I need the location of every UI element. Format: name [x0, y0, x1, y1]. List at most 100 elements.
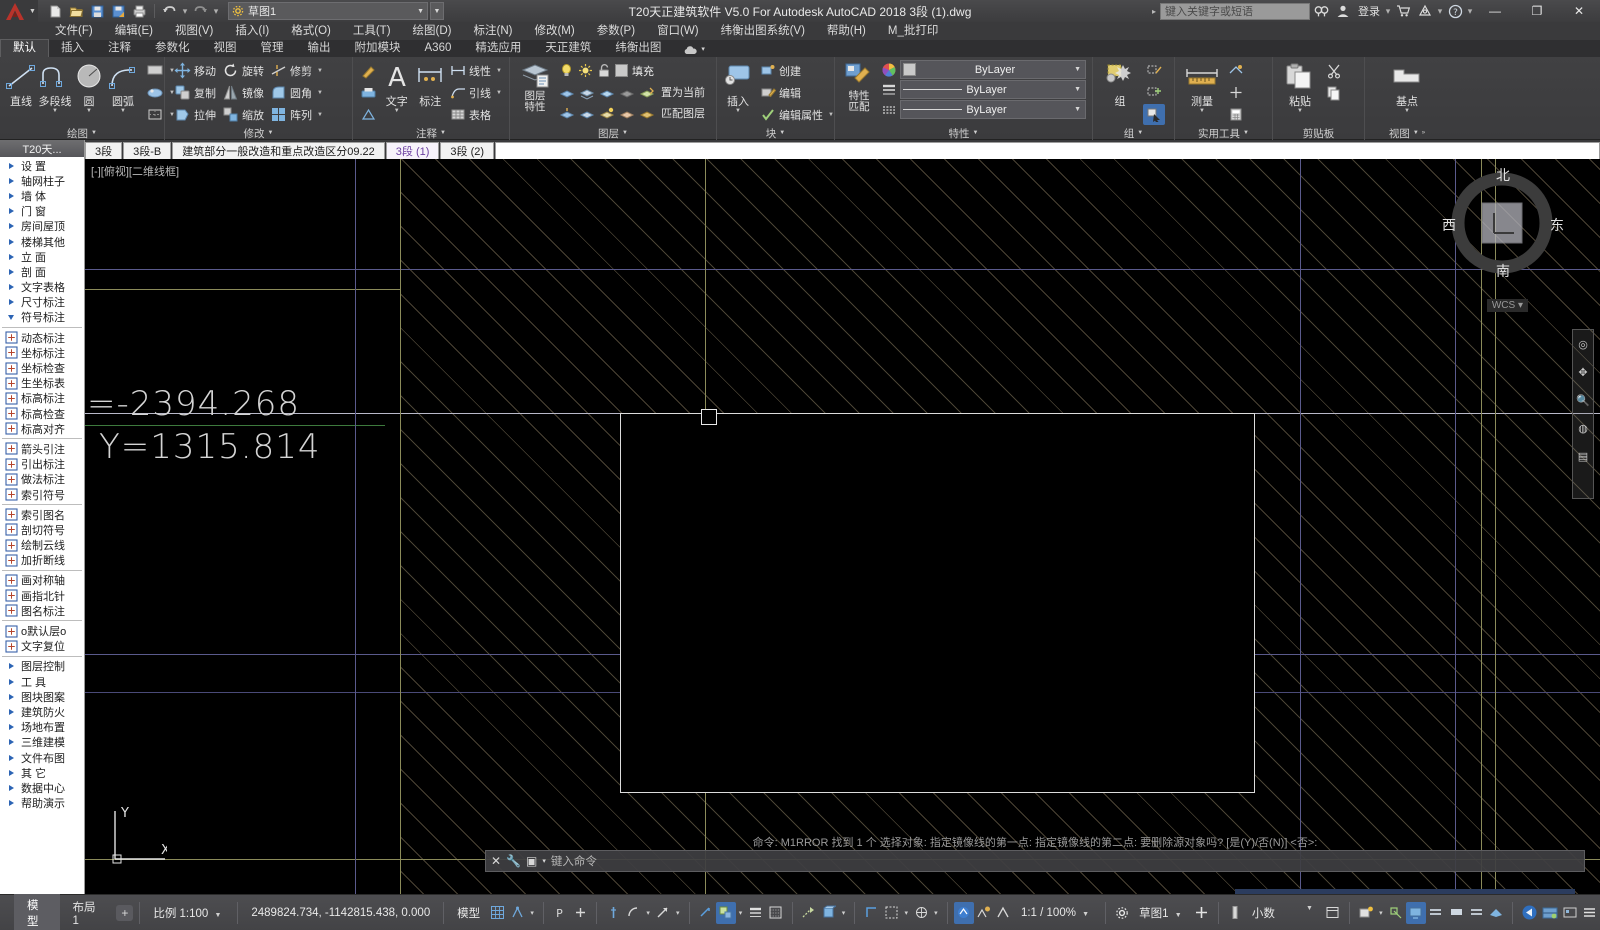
point-style-button[interactable] — [1225, 82, 1247, 103]
chevron-down-icon[interactable]: ▼ — [1074, 66, 1083, 73]
palette-item-25[interactable]: 加折断线 — [0, 553, 84, 568]
palette-item-35[interactable]: 场地布置 — [0, 720, 84, 735]
showmotion-icon[interactable]: ▤ — [1573, 442, 1593, 470]
document-tab-2[interactable]: 建筑部分一般改造和重点改造区分09.22 — [172, 142, 385, 159]
scale-button[interactable]: 缩放 — [219, 104, 267, 125]
circle-dropdown-caret-icon[interactable]: ▼ — [86, 108, 92, 114]
command-options-icon[interactable]: 🔧 — [506, 854, 521, 868]
properties-panel-title[interactable]: 特性 ▼ — [835, 126, 1092, 140]
steering-wheel-icon[interactable]: ◎ — [1573, 330, 1593, 358]
palette-item-34[interactable]: 建筑防火 — [0, 704, 84, 719]
lineweight-status-icon[interactable] — [1426, 902, 1446, 924]
command-line[interactable]: ✕ 🔧 ▣ ▾ 键入命令 — [485, 850, 1585, 872]
autodesk-store-icon[interactable] — [1392, 1, 1414, 21]
edit-attribute-button[interactable]: 编辑属性 ▼ — [757, 104, 837, 125]
ribbon-tab-7[interactable]: 附加模块 — [343, 40, 413, 57]
document-tab-0[interactable]: 3段 — [85, 142, 123, 159]
plot-icon[interactable] — [130, 2, 149, 21]
menu-item-0[interactable]: 文件(F) — [44, 22, 104, 40]
menu-item-2[interactable]: 视图(V) — [164, 22, 224, 40]
create-block-button[interactable]: 创建 — [757, 60, 837, 81]
autoscale-toggle[interactable] — [974, 902, 994, 924]
customization-toggle[interactable] — [1580, 902, 1600, 924]
menu-item-6[interactable]: 绘图(D) — [402, 22, 463, 40]
layer-previous-icon[interactable] — [599, 106, 615, 121]
palette-item-21[interactable]: 索引符号 — [0, 487, 84, 502]
palette-item-18[interactable]: 箭头引注 — [0, 441, 84, 456]
osnap-caret-icon[interactable]: ▾ — [736, 909, 746, 917]
match-properties-button[interactable]: 特性 匹配 — [839, 60, 879, 113]
group-selection-toggle[interactable] — [1143, 104, 1165, 125]
ribbon-tab-5[interactable]: 管理 — [249, 40, 296, 57]
palette-item-1[interactable]: 轴网柱子 — [0, 173, 84, 188]
palette-item-27[interactable]: 画指北针 — [0, 588, 84, 603]
copy-clip-button[interactable] — [1323, 82, 1345, 103]
palette-item-0[interactable]: 设 置 — [0, 158, 84, 173]
model-views-icon[interactable] — [1446, 902, 1466, 924]
redo-icon[interactable] — [191, 2, 210, 21]
infer-constraints-toggle[interactable]: P — [550, 902, 570, 924]
gizmo-toggle[interactable] — [911, 902, 931, 924]
close-button[interactable]: ✕ — [1558, 0, 1600, 22]
palette-item-8[interactable]: 文字表格 — [0, 280, 84, 295]
palette-item-11[interactable]: 动态标注 — [0, 330, 84, 345]
match-layer-label[interactable]: 匹配图层 — [661, 105, 705, 121]
ungroup-button[interactable] — [1143, 60, 1165, 81]
filter-caret-icon[interactable]: ▾ — [901, 909, 911, 917]
grid-toggle[interactable] — [487, 902, 507, 924]
chevron-down-icon[interactable]: ▼ — [1074, 86, 1083, 93]
chevron-down-icon[interactable]: ▼ — [1172, 912, 1185, 919]
undo-dropdown-caret-icon[interactable]: ▾ — [181, 6, 189, 17]
panel-expand-icon[interactable]: » — [1422, 130, 1425, 136]
ribbon-tab-1[interactable]: 插入 — [49, 40, 96, 57]
toggle-display-icon[interactable] — [1540, 902, 1560, 924]
palette-item-28[interactable]: 图名标注 — [0, 603, 84, 618]
palette-item-14[interactable]: 生坐标表 — [0, 376, 84, 391]
menu-item-8[interactable]: 修改(M) — [523, 22, 585, 40]
layer-match-icon[interactable] — [639, 106, 655, 121]
workspace-status-selector[interactable]: 草图1 ▼ — [1132, 905, 1192, 921]
document-tab-4[interactable]: 3段 (2) — [440, 142, 495, 159]
3dsnap-caret-icon[interactable]: ▾ — [839, 909, 849, 917]
selection-filter-toggle[interactable] — [881, 902, 901, 924]
scale-selector[interactable]: 比例 1:100 ▼ — [146, 905, 231, 921]
menu-item-4[interactable]: 格式(O) — [280, 22, 342, 40]
isolate-objects-toggle[interactable] — [1356, 902, 1376, 924]
open-icon[interactable] — [67, 2, 86, 21]
palette-item-13[interactable]: 坐标检查 — [0, 360, 84, 375]
polyline-dropdown-caret-icon[interactable]: ▼ — [52, 108, 58, 114]
chevron-down-icon[interactable]: ▼ — [417, 8, 424, 15]
linetype-combo[interactable]: ByLayer ▼ — [900, 100, 1086, 119]
palette-item-23[interactable]: 剖切符号 — [0, 522, 84, 537]
layout-tab-0[interactable]: 模型 — [14, 893, 60, 930]
workspace-settings-button[interactable]: ▼ — [430, 2, 444, 20]
annotation-scale-icon[interactable] — [994, 902, 1014, 924]
palette-item-3[interactable]: 门 窗 — [0, 204, 84, 219]
multileader-style-button[interactable] — [357, 61, 380, 82]
search-icon[interactable] — [1310, 1, 1332, 21]
annotation-scale-selector[interactable]: 1:1 / 100% ▼ — [1014, 907, 1099, 919]
palette-item-16[interactable]: 标高检查 — [0, 406, 84, 421]
pan-icon[interactable]: ✥ — [1573, 358, 1593, 386]
hardware-accel-toggle[interactable] — [1405, 901, 1426, 924]
polyline-button[interactable]: 多段线 ▼ — [38, 60, 72, 114]
group-edit-button[interactable] — [1143, 82, 1165, 103]
selection-cycling-toggle[interactable] — [1386, 902, 1406, 924]
cut-button[interactable] — [1323, 60, 1345, 81]
add-workspace-icon[interactable] — [1192, 902, 1212, 924]
ortho-toggle[interactable] — [623, 902, 643, 924]
polar-caret-icon[interactable]: ▾ — [673, 909, 683, 917]
insert-dropdown-caret-icon[interactable]: ▼ — [735, 108, 741, 114]
chevron-down-icon[interactable]: ▼ — [1303, 905, 1316, 912]
palette-item-24[interactable]: 绘制云线 — [0, 538, 84, 553]
snap-caret-icon[interactable]: ▾ — [527, 909, 537, 917]
view-cube[interactable]: 北 南 东 西 — [1442, 167, 1564, 279]
lineweight-display-toggle[interactable] — [745, 902, 765, 924]
ribbon-tab-6[interactable]: 输出 — [296, 40, 343, 57]
circle-button[interactable]: 圆 ▼ — [72, 60, 106, 114]
color-wheel-icon[interactable] — [881, 62, 897, 78]
palette-item-7[interactable]: 剖 面 — [0, 264, 84, 279]
measure-dropdown-caret-icon[interactable]: ▼ — [1199, 108, 1205, 114]
signin-label[interactable]: 登录 — [1354, 3, 1384, 19]
layer-isolate-icon[interactable] — [559, 85, 575, 100]
